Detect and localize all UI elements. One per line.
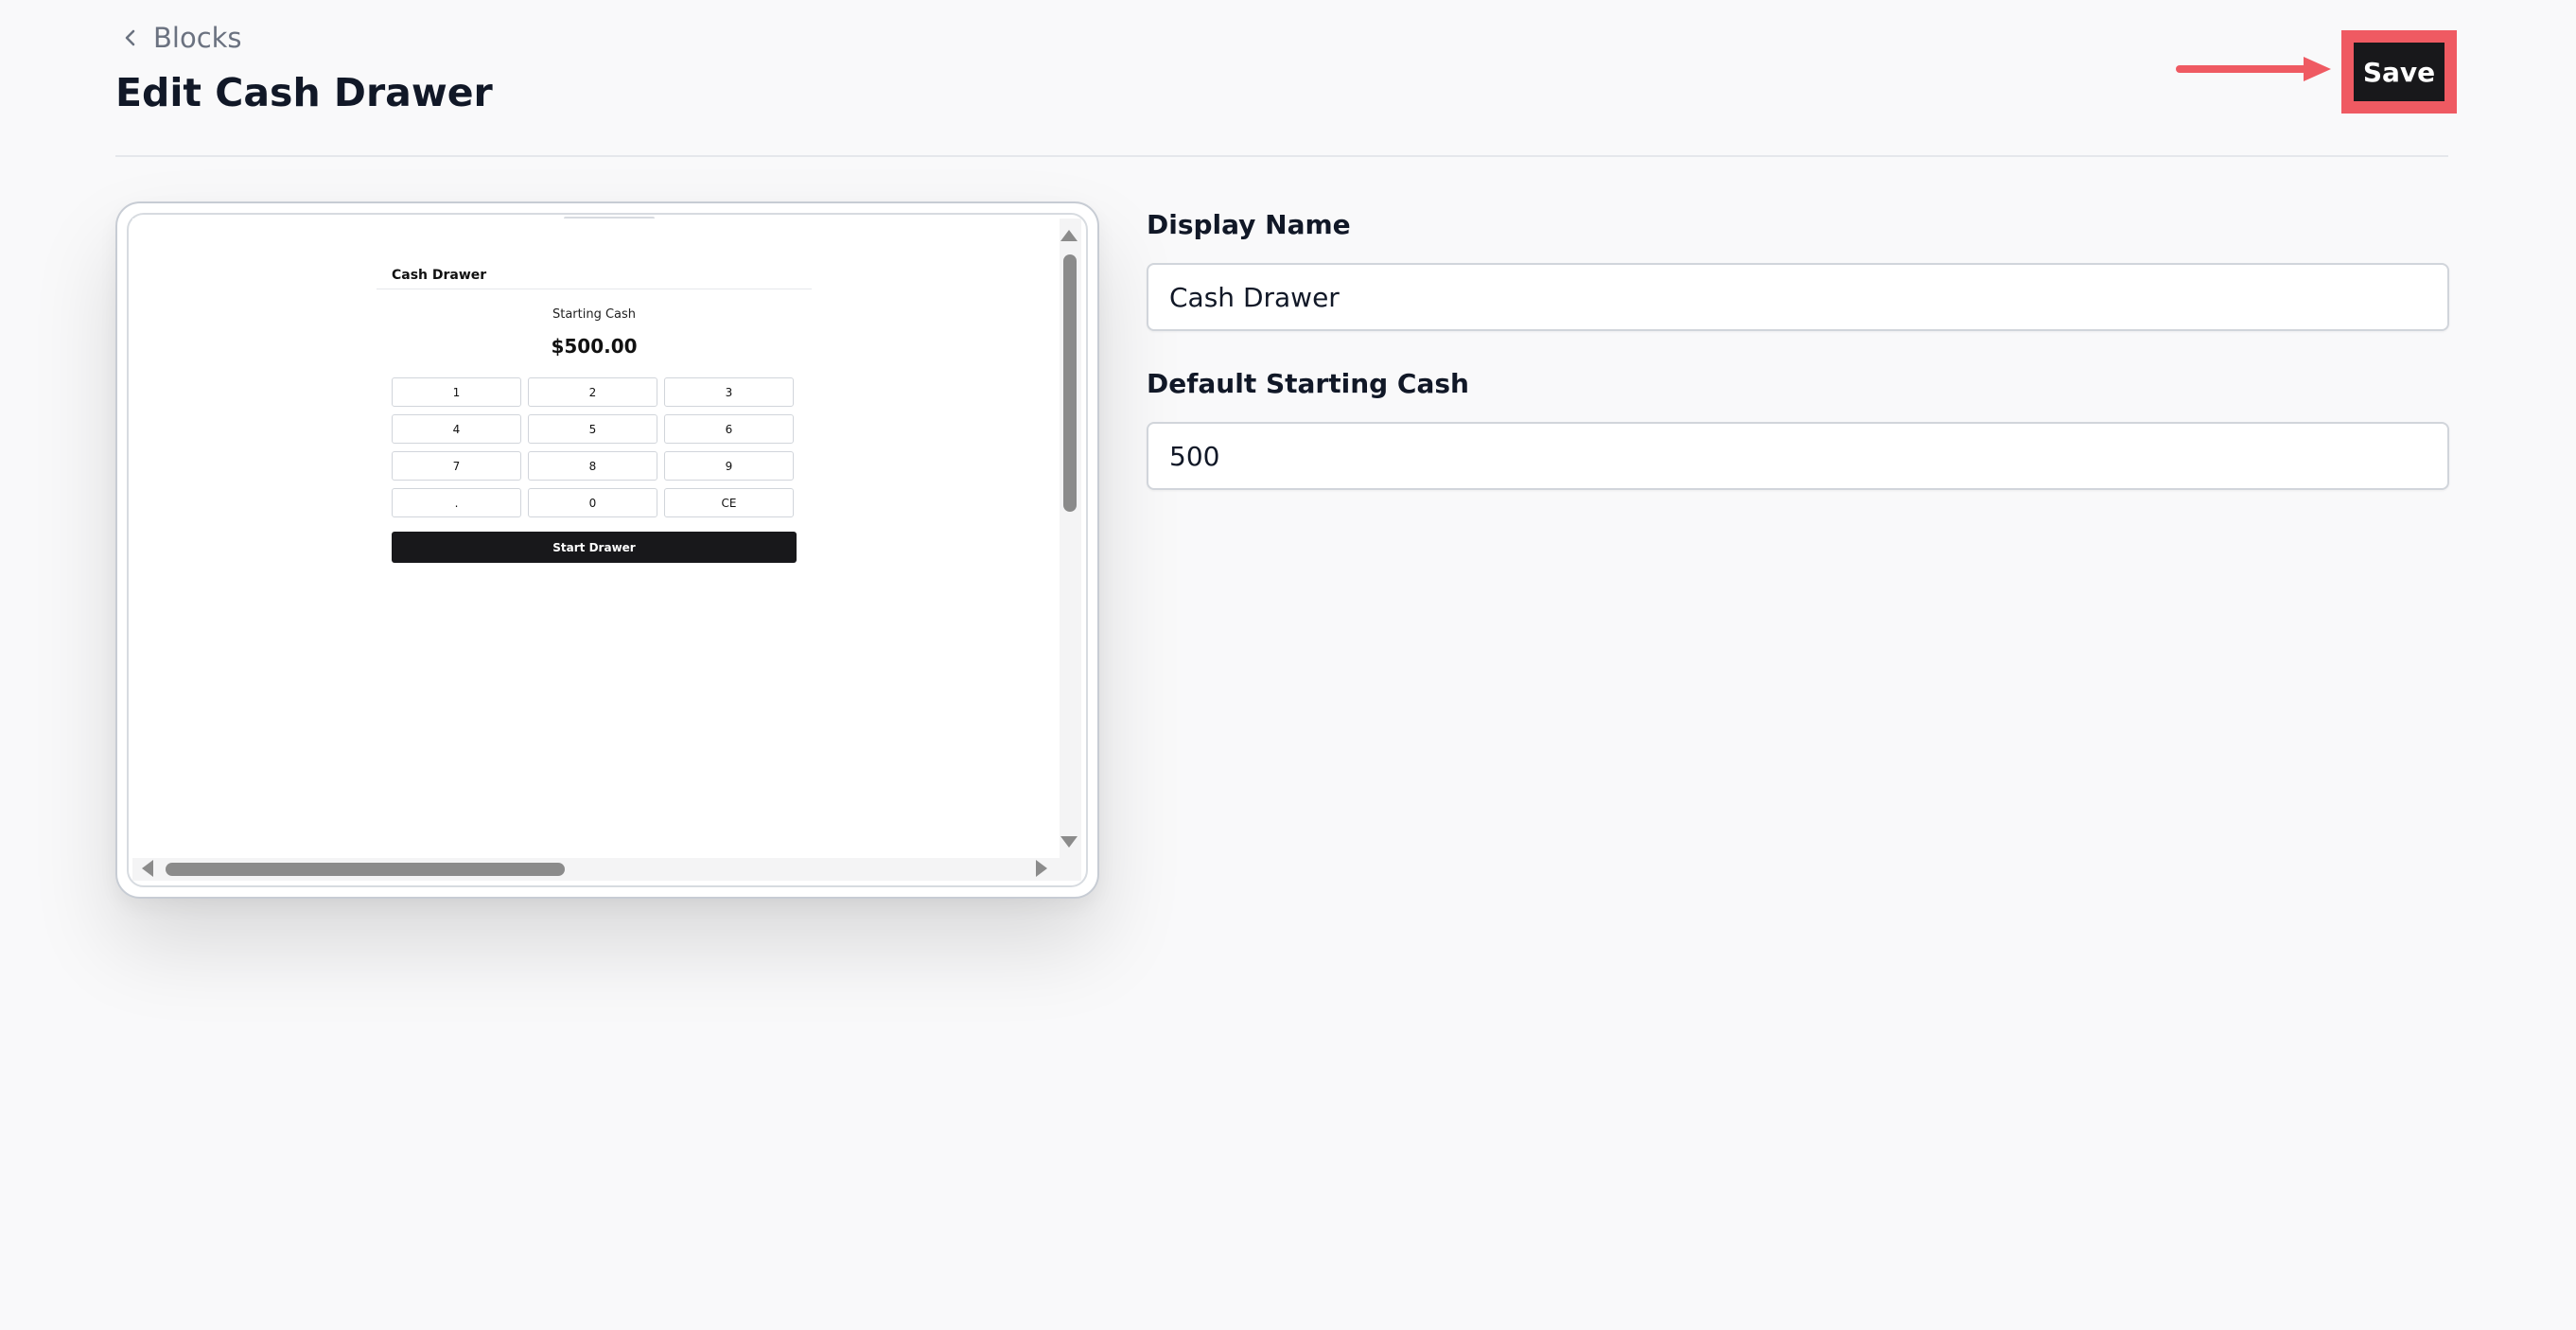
- tablet-preview: Cash Drawer Starting Cash $500.00 1 2 3 …: [115, 201, 1099, 899]
- edit-cash-drawer-page: Blocks Edit Cash Drawer Save Cash Drawer…: [0, 0, 2576, 1330]
- keypad-key-2[interactable]: 2: [528, 377, 657, 407]
- keypad-key-clear[interactable]: CE: [664, 488, 794, 517]
- keypad-key-0[interactable]: 0: [528, 488, 657, 517]
- cash-drawer-header: Cash Drawer: [377, 256, 812, 289]
- starting-cash-label: Starting Cash: [552, 307, 637, 322]
- back-to-blocks-link[interactable]: Blocks: [115, 19, 242, 57]
- horizontal-scroll-thumb[interactable]: [166, 863, 565, 876]
- vertical-scroll-thumb[interactable]: [1063, 254, 1077, 512]
- keypad-key-4[interactable]: 4: [392, 414, 521, 444]
- start-drawer-button[interactable]: Start Drawer: [392, 532, 797, 563]
- page-title: Edit Cash Drawer: [115, 70, 493, 115]
- keypad-key-decimal[interactable]: .: [392, 488, 521, 517]
- chevron-left-icon: [115, 23, 146, 53]
- keypad-key-3[interactable]: 3: [664, 377, 794, 407]
- cash-drawer-title: Cash Drawer: [392, 268, 487, 283]
- display-name-label: Display Name: [1147, 209, 1351, 240]
- keypad-key-1[interactable]: 1: [392, 377, 521, 407]
- back-link-label: Blocks: [153, 22, 242, 54]
- horizontal-scrollbar[interactable]: [132, 858, 1081, 881]
- header-divider: [115, 155, 2448, 157]
- default-starting-cash-label: Default Starting Cash: [1147, 368, 1469, 399]
- keypad-key-7[interactable]: 7: [392, 451, 521, 481]
- annotation-arrow-icon: [2176, 55, 2337, 87]
- keypad-key-6[interactable]: 6: [664, 414, 794, 444]
- scroll-right-arrow-icon[interactable]: [1036, 860, 1047, 877]
- keypad-key-5[interactable]: 5: [528, 414, 657, 444]
- display-name-field[interactable]: [1147, 263, 2449, 331]
- save-button[interactable]: Save: [2354, 43, 2445, 101]
- keypad-key-9[interactable]: 9: [664, 451, 794, 481]
- scroll-left-arrow-icon[interactable]: [142, 860, 153, 877]
- scroll-down-arrow-icon[interactable]: [1060, 836, 1078, 848]
- vertical-scrollbar[interactable]: [1060, 219, 1081, 858]
- starting-cash-amount: $500.00: [551, 335, 638, 358]
- default-starting-cash-field[interactable]: [1147, 422, 2449, 490]
- preview-screen: Cash Drawer Starting Cash $500.00 1 2 3 …: [132, 219, 1081, 881]
- scroll-up-arrow-icon[interactable]: [1060, 230, 1078, 241]
- preview-content: Cash Drawer Starting Cash $500.00 1 2 3 …: [132, 219, 1060, 852]
- keypad-key-8[interactable]: 8: [528, 451, 657, 481]
- cash-keypad: 1 2 3 4 5 6 7 8 9 . 0 CE: [392, 377, 797, 517]
